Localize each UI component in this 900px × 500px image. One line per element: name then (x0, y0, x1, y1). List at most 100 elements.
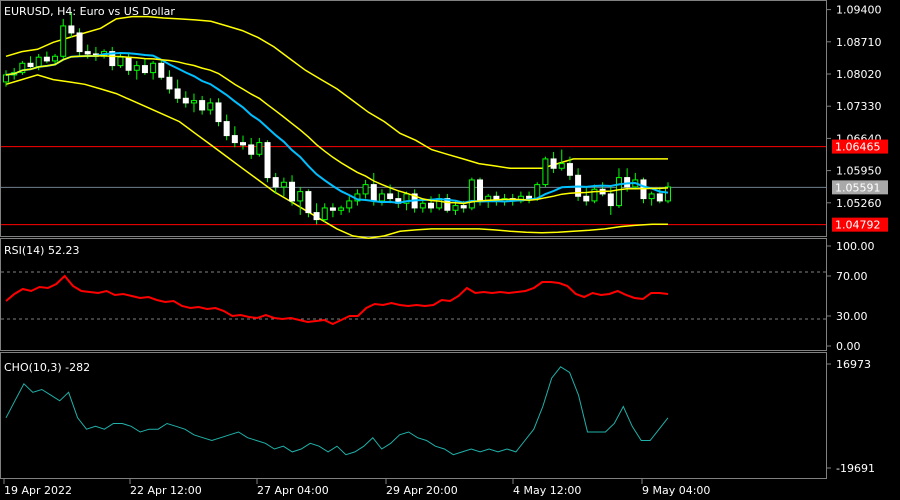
candle-body (150, 62, 157, 74)
cho-label: CHO(10,3) -282 (4, 361, 90, 374)
candle-body (452, 205, 459, 211)
candle-body (141, 65, 148, 74)
candle-body (215, 102, 222, 123)
candle-body (313, 212, 320, 221)
lower-level-tag: 1.04792 (832, 217, 888, 232)
price-tick-label: 1.05950 (836, 165, 882, 178)
cho-line (5, 366, 669, 456)
candle-body (3, 74, 9, 83)
candle-body (362, 184, 369, 195)
candle-body (378, 193, 385, 202)
candle-body (648, 193, 655, 200)
candle-body (199, 100, 206, 111)
candle-body (68, 25, 75, 34)
candle-body (207, 102, 214, 111)
time-tick-label: 29 Apr 20:00 (386, 484, 458, 497)
candle-body (460, 205, 467, 209)
candle-body (550, 158, 557, 169)
candle-body (566, 163, 573, 176)
price-tick-label: 1.08710 (836, 36, 882, 49)
candle-body (190, 100, 197, 104)
bollinger-middle (5, 54, 669, 205)
candle-body (256, 142, 263, 155)
rsi-axis[interactable]: 100.00 70.00 30.00 0.00 (826, 240, 875, 353)
rsi-tick-label: 0.00 (836, 340, 861, 353)
cho-path (5, 366, 669, 456)
candle-body (84, 51, 91, 55)
candle-body (427, 202, 434, 209)
time-tick-label: 22 Apr 12:00 (130, 484, 202, 497)
time-axis[interactable]: 19 Apr 2022 22 Apr 12:00 27 Apr 04:00 29 Ap… (3, 479, 710, 497)
bollinger-lower (5, 74, 668, 240)
candle-body (35, 56, 42, 68)
trading-chart[interactable]: EURUSD, H4: Euro vs US Dollar RSI(14) 52… (0, 0, 900, 500)
candle-body (76, 32, 83, 53)
candle-body (615, 177, 622, 207)
candle-body (583, 195, 590, 202)
candle-body (125, 56, 132, 71)
candle-body (52, 55, 59, 62)
candle-body (558, 163, 565, 169)
candle-body (338, 207, 345, 211)
candle-body (387, 193, 394, 200)
candle-body (419, 202, 426, 209)
candle-body (305, 191, 312, 214)
candle-body (370, 184, 377, 202)
candle-body (477, 179, 484, 202)
candle-body (607, 193, 614, 207)
time-tick-label: 9 May 04:00 (642, 484, 710, 497)
price-tick-label: 1.07330 (836, 100, 882, 113)
candle-body (158, 62, 165, 78)
time-tick-label: 27 Apr 04:00 (257, 484, 329, 497)
candle-body (223, 121, 230, 137)
price-tick-label: 1.09400 (836, 4, 882, 17)
rsi-tick-label: 100.00 (836, 240, 875, 253)
cho-tick-label: 16973 (836, 358, 871, 371)
upper-level-tag: 1.06465 (832, 139, 888, 154)
candle-body (297, 191, 304, 202)
candle-body (280, 181, 287, 188)
ma-line (5, 51, 669, 204)
candle-body (166, 76, 173, 90)
rsi-tick-label: 70.00 (836, 270, 868, 283)
time-tick-label: 4 May 12:00 (513, 484, 581, 497)
candle-body (43, 56, 50, 62)
candle-body (27, 62, 34, 68)
cho-tick-label: -19691 (836, 462, 875, 475)
candle-body (231, 135, 238, 144)
candle-body (468, 179, 475, 209)
svg-text:1.05591: 1.05591 (835, 181, 881, 194)
candle-body (182, 97, 189, 104)
moving-averages (5, 51, 669, 205)
candle-body (133, 65, 140, 71)
svg-text:1.06465: 1.06465 (835, 141, 881, 154)
candle-body (321, 207, 328, 221)
candle-body (346, 200, 353, 209)
time-tick-label: 19 Apr 2022 (4, 484, 72, 497)
current-price-tag: 1.05591 (832, 180, 888, 195)
bollinger-bands (5, 15, 668, 240)
candle-body (624, 177, 631, 188)
bollinger-upper (5, 15, 668, 170)
rsi-line (5, 274, 669, 326)
symbol-label: EURUSD, H4: Euro vs US Dollar (4, 5, 175, 18)
candle-body (526, 195, 533, 200)
candle-body (174, 88, 181, 99)
candle-body (665, 186, 671, 202)
candle-body (542, 158, 549, 186)
candle-body (329, 207, 336, 211)
cho-axis[interactable]: 16973 -19691 (826, 358, 875, 475)
candle-body (264, 142, 271, 179)
cho-panel[interactable] (0, 352, 827, 479)
candle-body (240, 142, 247, 146)
candle-body (289, 181, 296, 202)
candle-body (272, 177, 279, 188)
rsi-tick-label: 30.00 (836, 310, 868, 323)
candle-body (656, 193, 663, 202)
price-tick-label: 1.08020 (836, 68, 882, 81)
candle-body (248, 144, 255, 155)
rsi-path (5, 274, 669, 326)
candle-body (117, 56, 124, 67)
price-axis[interactable]: 1.094001.087101.080201.073301.066401.059… (826, 4, 882, 210)
svg-text:1.04792: 1.04792 (835, 219, 881, 232)
